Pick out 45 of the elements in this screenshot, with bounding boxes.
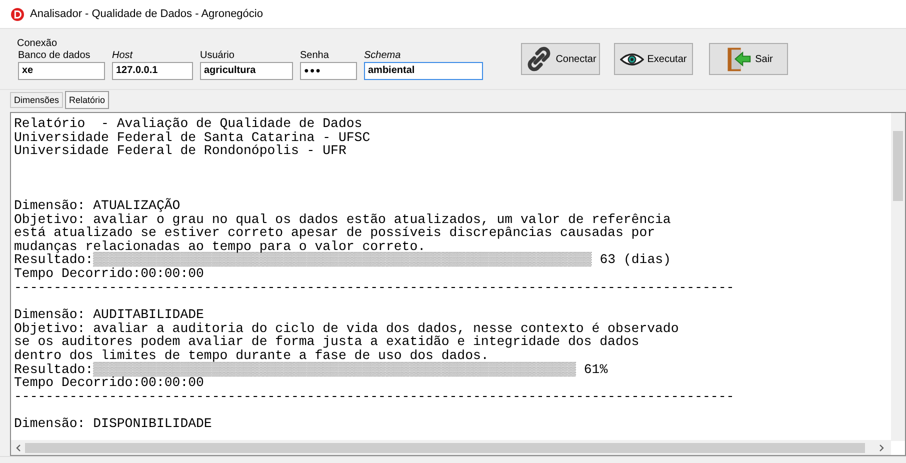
field-label: Schema [364, 50, 402, 60]
elapsed-time: Tempo Decorrido:00:00:00 [14, 267, 204, 281]
eye-icon [620, 52, 644, 66]
separator-line: ------------------------------------------------------------------------------------------- [14, 390, 736, 404]
vertical-scrollbar[interactable] [891, 113, 905, 441]
separator-line: ------------------------------------------------------------------------------------------- [14, 280, 736, 294]
input-field[interactable]: agricultura [200, 62, 293, 80]
objective-line: Objetivo: avaliar o grau no qual os dados estão atualizados, um valor de referência [14, 212, 672, 226]
result-label: Resultado: [14, 253, 94, 268]
tab[interactable]: Dimensões [10, 92, 64, 108]
objective-line: se os auditores podem avaliar de forma justa a exatidão e integridade dos dados [14, 335, 640, 349]
result-label: Resultado: [14, 362, 94, 376]
dimension-title: Dimensão: AUDITABILIDADE [14, 308, 205, 322]
scroll-right-icon[interactable] [879, 444, 885, 452]
exit-button[interactable]: Sair [709, 43, 788, 75]
tab[interactable]: Relatório [65, 91, 110, 109]
result-bar-text: ▒▒▒▒▒▒▒▒▒▒▒▒▒▒▒▒▒▒▒▒▒▒▒▒▒▒▒▒▒▒▒▒▒▒▒▒▒▒▒▒▒▒▒▒▒▒▒▒▒▒▒▒▒▒▒▒▒▒▒▒▒ [93, 362, 576, 376]
report-header-line: Universidade Federal de Santa Catarina - UFSC [14, 130, 372, 144]
horizontal-scrollbar[interactable] [11, 440, 891, 455]
scroll-left-icon[interactable] [15, 444, 21, 452]
field-label: Usuário [200, 50, 236, 60]
field-label: Senha [300, 50, 330, 60]
objective-line: mudanças relacionadas ao tempo para o valor correto. [14, 240, 426, 254]
app-logo-icon [11, 8, 24, 20]
report-header-line: Relatório - Avaliação de Qualidade de Dados [14, 117, 364, 131]
input-field[interactable]: ambiental [364, 62, 483, 80]
connect-button[interactable]: Conectar [521, 43, 600, 75]
objective-line: está atualizado se estiver correto apesar de possíveis discrepâncias causadas por [14, 226, 656, 240]
result-bar-text: ▒▒▒▒▒▒▒▒▒▒▒▒▒▒▒▒▒▒▒▒▒▒▒▒▒▒▒▒▒▒▒▒▒▒▒▒▒▒▒▒▒▒▒▒▒▒▒▒▒▒▒▒▒▒▒▒▒▒▒▒▒▒▒ [93, 253, 592, 268]
field-label: Host [112, 50, 134, 60]
elapsed-time: Tempo Decorrido:00:00:00 [14, 376, 204, 390]
input-field[interactable]: xe [18, 62, 105, 80]
objective-line: Objetivo: avaliar a auditoria do ciclo de vida dos dados, nesse contexto é observado [14, 322, 680, 336]
result-value: 63 (dias) [600, 253, 671, 268]
execute-button[interactable]: Executar [614, 43, 693, 75]
group-legend: Conexão [17, 38, 498, 48]
window-title: Analisador - Qualidade de Dados - Agronegócio [30, 8, 263, 20]
input-field[interactable]: ●●● [300, 62, 357, 80]
field-label: Banco de dados [18, 50, 92, 60]
result-value: 61% [584, 362, 608, 376]
objective-line: dentro dos limites de tempo durante a fase de uso dos dados. [14, 348, 489, 363]
report-header-line: Universidade Federal de Rondonópolis - UFR [14, 144, 348, 158]
input-field[interactable]: 127.0.0.1 [112, 62, 193, 80]
dimension-title: Dimensão: ATUALIZAÇÃO [14, 198, 182, 213]
dimension-title: Dimensão: DISPONIBILIDADE [14, 417, 213, 431]
